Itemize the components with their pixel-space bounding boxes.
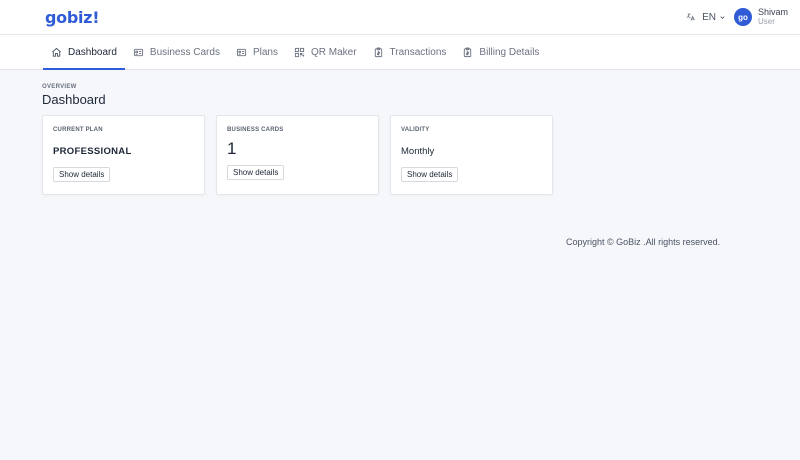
card-label: BUSINESS CARDS xyxy=(227,127,284,133)
avatar[interactable]: go xyxy=(733,8,752,26)
nav-label: Billing Details xyxy=(479,46,540,58)
nav-item-billing-details[interactable]: Billing Details xyxy=(454,35,547,69)
nav-label: Transactions xyxy=(389,46,447,58)
nav-item-dashboard[interactable]: Dashboard xyxy=(43,35,125,70)
top-right-controls: EN go Shivam User xyxy=(686,7,788,26)
main-nav: Dashboard Business Cards Plans QR Maker … xyxy=(0,35,800,70)
page-pretitle: OVERVIEW xyxy=(42,84,77,90)
nav-label: Business Cards xyxy=(149,46,220,58)
language-label: EN xyxy=(702,11,716,23)
card-label: VALIDITY xyxy=(401,127,430,133)
nav-label: Plans xyxy=(252,46,278,58)
show-details-button[interactable]: Show details xyxy=(53,167,111,182)
nav-item-qr-maker[interactable]: QR Maker xyxy=(286,35,365,69)
qr-code-icon xyxy=(294,47,305,58)
user-role: User xyxy=(757,16,775,26)
card-value: PROFESSIONAL xyxy=(53,146,132,157)
chevron-down-icon xyxy=(719,14,726,21)
clipboard-icon xyxy=(373,46,384,58)
home-icon xyxy=(51,47,62,58)
show-details-button[interactable]: Show details xyxy=(401,167,459,182)
id-card-icon xyxy=(133,47,144,58)
card-value: 1 xyxy=(227,139,237,158)
brand-logo[interactable]: gobiz! xyxy=(45,8,100,27)
card-value: Monthly xyxy=(401,146,435,157)
show-details-button[interactable]: Show details xyxy=(227,165,285,180)
page-title: Dashboard xyxy=(42,92,106,107)
translate-icon xyxy=(686,12,696,22)
nav-item-plans[interactable]: Plans xyxy=(228,35,286,69)
id-card-icon xyxy=(236,47,247,58)
card-current-plan: CURRENT PLAN PROFESSIONAL Show details xyxy=(42,115,205,195)
nav-item-transactions[interactable]: Transactions xyxy=(365,35,455,69)
nav-label: Dashboard xyxy=(68,46,117,58)
language-selector[interactable]: EN xyxy=(686,12,726,23)
footer-copyright: Copyright © GoBiz .All rights reserved. xyxy=(566,237,721,247)
card-business-cards: BUSINESS CARDS 1 Show details xyxy=(216,115,379,195)
stat-cards: CURRENT PLAN PROFESSIONAL Show details B… xyxy=(42,115,800,195)
nav-item-business-cards[interactable]: Business Cards xyxy=(125,35,228,69)
user-info[interactable]: Shivam User xyxy=(757,7,788,26)
top-bar: gobiz! EN go Shivam User xyxy=(0,0,800,35)
main-content: OVERVIEW Dashboard CURRENT PLAN PROFESSI… xyxy=(0,70,800,195)
card-validity: VALIDITY Monthly Show details xyxy=(390,115,553,195)
nav-label: QR Maker xyxy=(310,46,357,58)
clipboard-icon xyxy=(462,46,473,58)
card-label: CURRENT PLAN xyxy=(53,127,103,133)
